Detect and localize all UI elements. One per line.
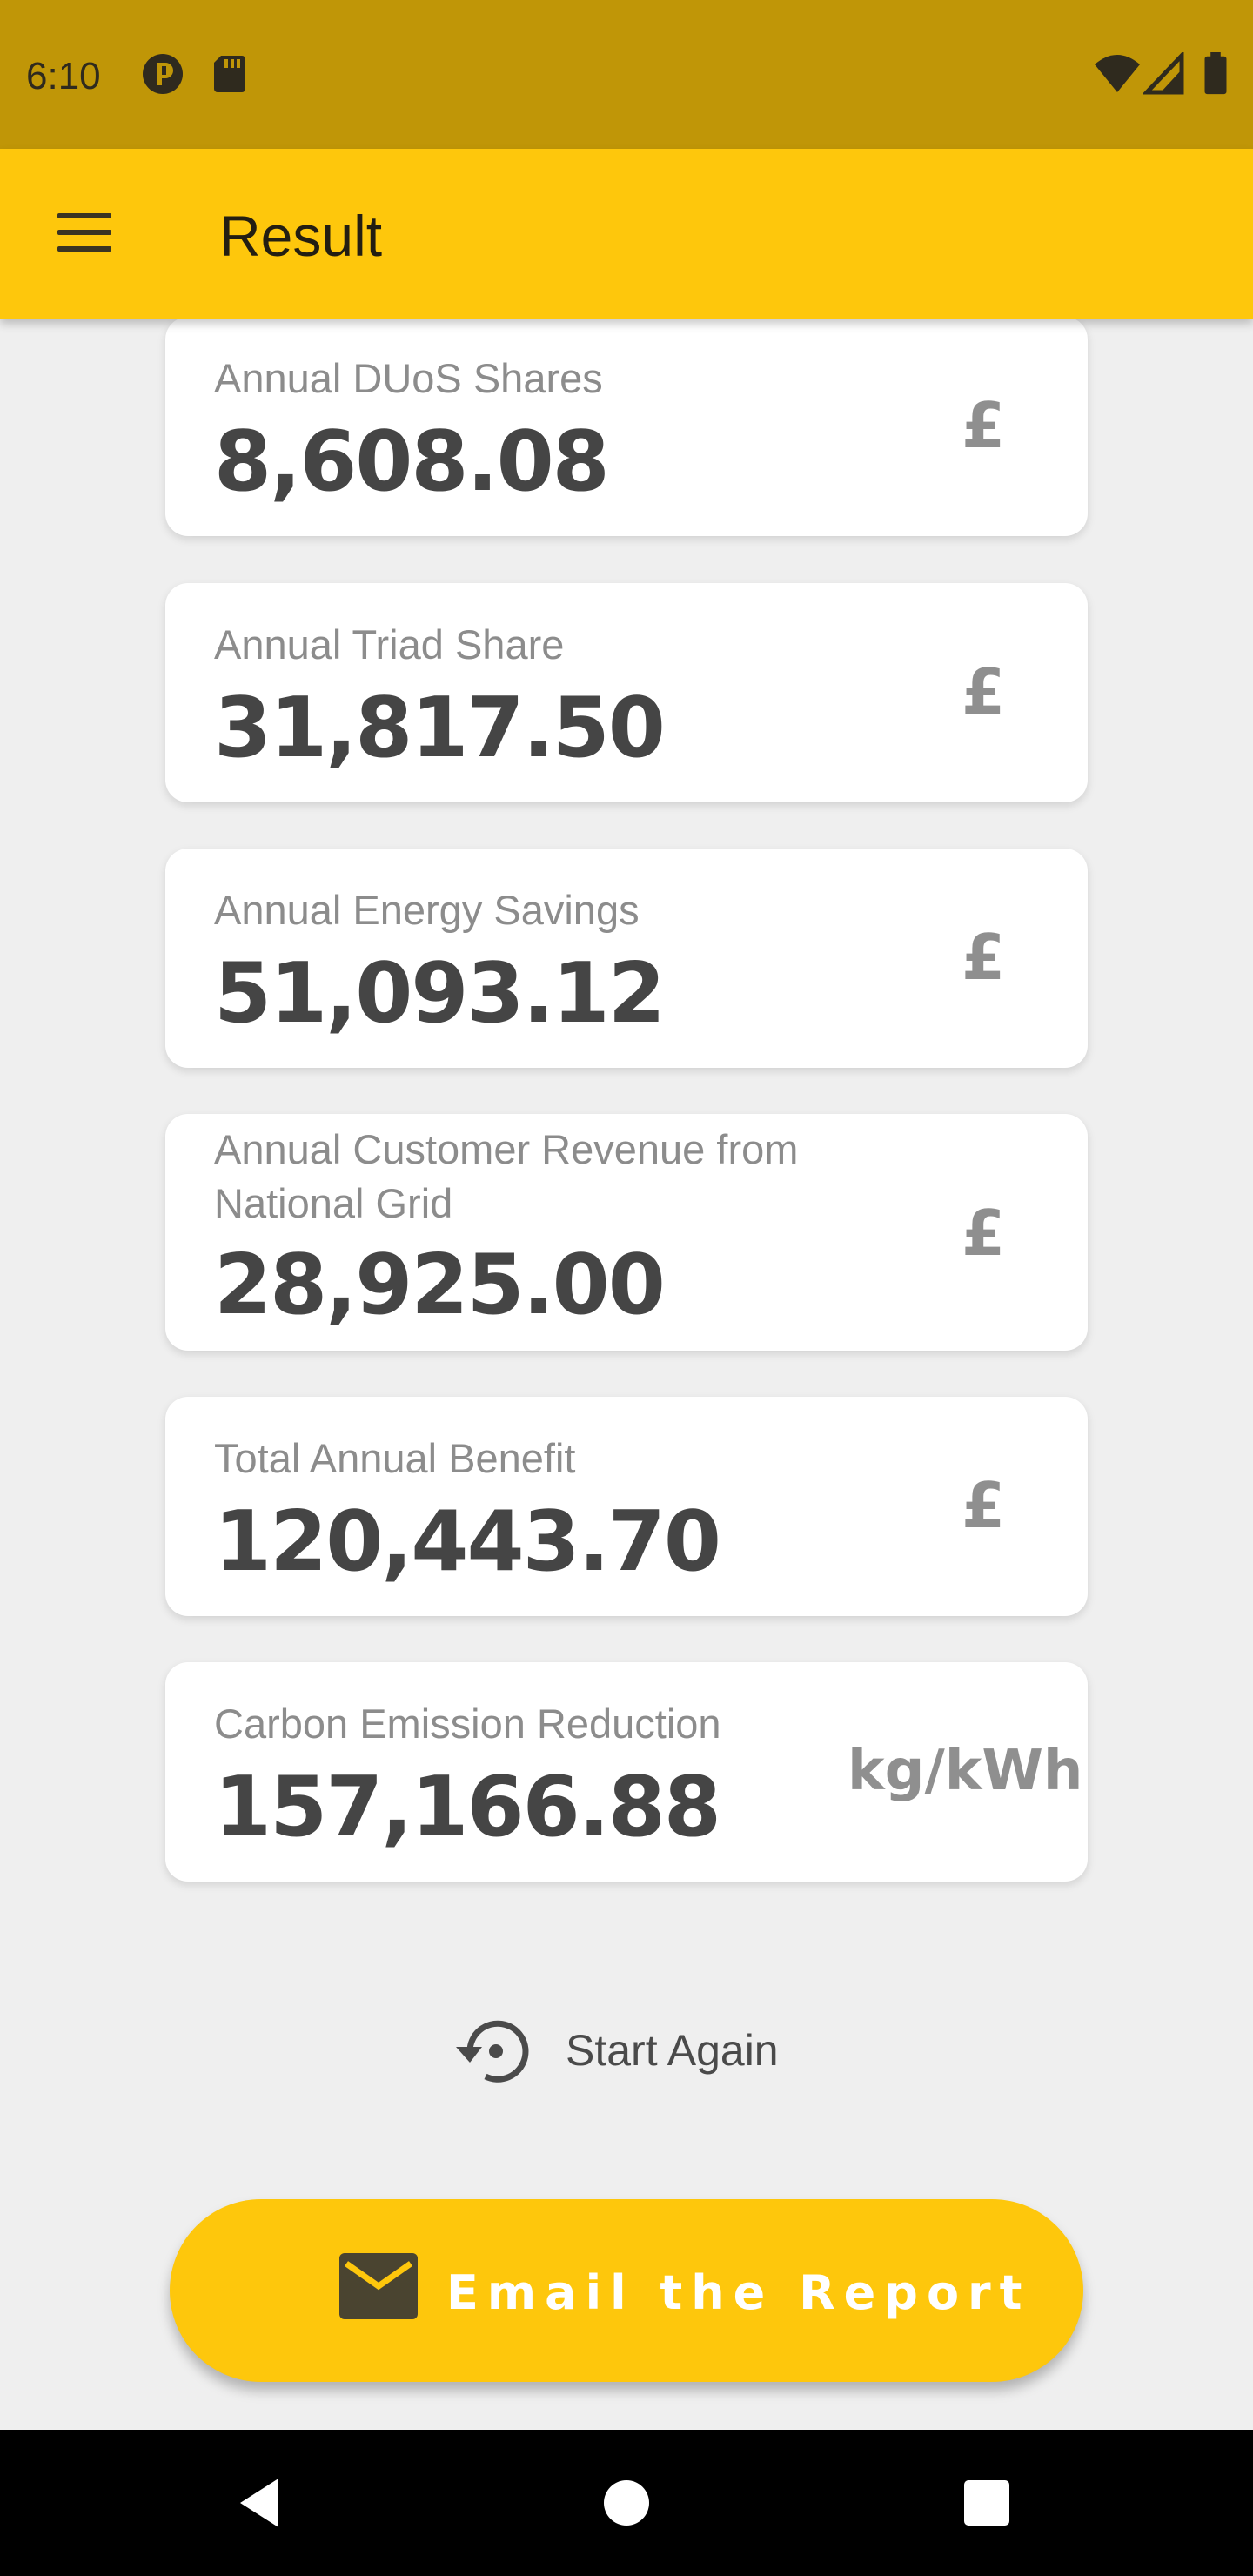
result-value: 8,608.08 bbox=[214, 414, 610, 510]
result-label: Carbon Emission Reduction bbox=[214, 1701, 721, 1747]
result-card-triad: Annual Triad Share 31,817.50 £ bbox=[165, 583, 1088, 802]
signal-icon bbox=[1143, 52, 1184, 95]
currency-unit: £ bbox=[961, 1469, 1006, 1542]
result-label: Annual Customer Revenue from National Gr… bbox=[214, 1126, 799, 1226]
system-nav-bar bbox=[0, 2430, 1253, 2576]
page-title: Result bbox=[219, 204, 383, 268]
result-value: 28,925.00 bbox=[214, 1238, 666, 1333]
result-value: 120,443.70 bbox=[214, 1494, 721, 1590]
sd-card-icon bbox=[214, 56, 245, 92]
start-again-label: Start Again bbox=[566, 2026, 779, 2075]
result-card-carbon-reduction: Carbon Emission Reduction 157,166.88 kg/… bbox=[165, 1662, 1088, 1882]
mail-icon bbox=[339, 2253, 418, 2319]
result-label: Annual DUoS Shares bbox=[214, 355, 603, 401]
app-bar: Result bbox=[0, 149, 1253, 319]
result-card-total-benefit: Total Annual Benefit 120,443.70 £ bbox=[165, 1397, 1088, 1616]
result-label: Annual Triad Share bbox=[214, 621, 565, 667]
home-icon[interactable] bbox=[602, 2479, 651, 2527]
recents-icon[interactable] bbox=[964, 2480, 1009, 2526]
currency-unit: £ bbox=[961, 1197, 1006, 1270]
result-label: Annual Energy Savings bbox=[214, 887, 640, 933]
menu-icon[interactable] bbox=[54, 206, 115, 258]
result-label: Total Annual Benefit bbox=[214, 1435, 576, 1481]
restart-icon bbox=[456, 2020, 529, 2083]
result-value: 51,093.12 bbox=[214, 946, 666, 1042]
carbon-unit: kg/kWh bbox=[848, 1739, 1083, 1803]
battery-icon bbox=[1204, 52, 1227, 95]
status-time: 6:10 bbox=[26, 55, 101, 97]
status-bar: 6:10 bbox=[0, 0, 1253, 149]
results-list[interactable]: Annual DUoS Shares 8,608.08 £ Annual Tri… bbox=[0, 319, 1253, 2430]
result-card-energy-savings: Annual Energy Savings 51,093.12 £ bbox=[165, 849, 1088, 1068]
result-card-duos: Annual DUoS Shares 8,608.08 £ bbox=[165, 319, 1088, 536]
start-again-button[interactable]: Start Again bbox=[452, 2007, 818, 2094]
currency-unit: £ bbox=[961, 921, 1006, 994]
currency-unit: £ bbox=[961, 655, 1006, 728]
result-value: 157,166.88 bbox=[214, 1760, 721, 1855]
currency-unit: £ bbox=[961, 389, 1006, 462]
email-report-button[interactable]: Email the Report bbox=[170, 2199, 1083, 2382]
result-value: 31,817.50 bbox=[214, 681, 666, 776]
app-notification-icon bbox=[143, 54, 183, 94]
wifi-icon bbox=[1095, 55, 1140, 92]
email-report-label: Email the Report bbox=[446, 2265, 1031, 2320]
result-card-customer-revenue: Annual Customer Revenue from National Gr… bbox=[165, 1114, 1088, 1351]
back-icon[interactable] bbox=[237, 2477, 282, 2529]
